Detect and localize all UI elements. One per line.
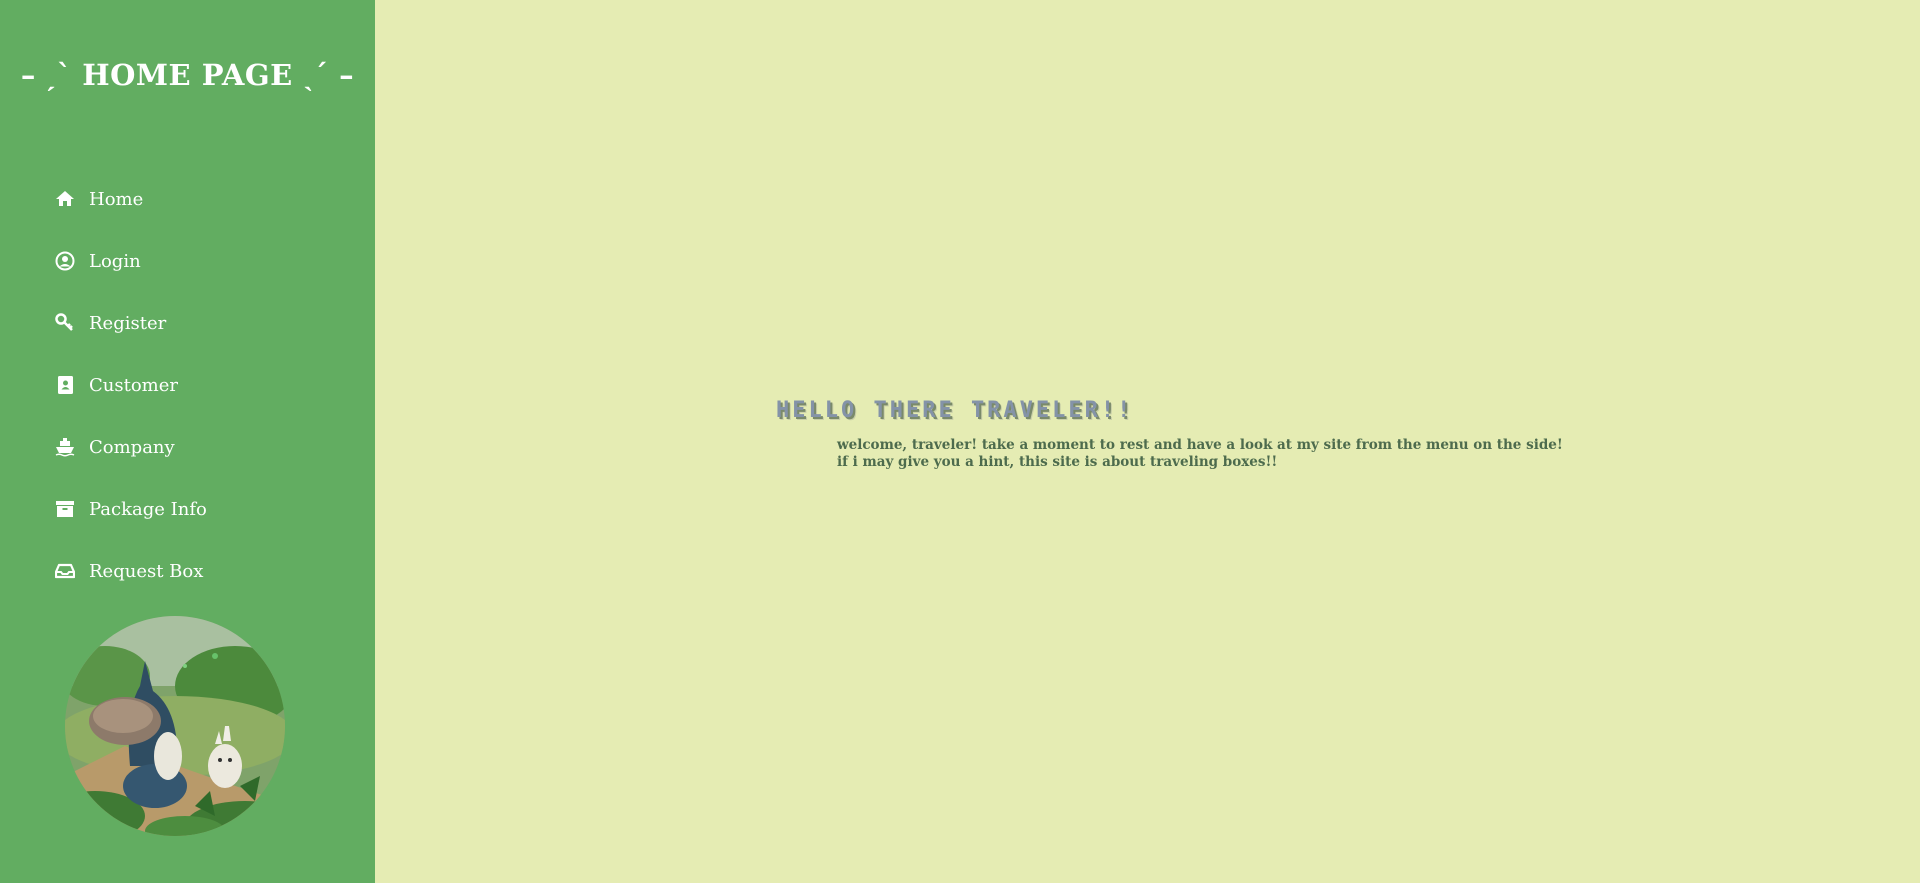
sidebar-item-login[interactable]: Login — [55, 230, 207, 292]
ship-icon — [55, 437, 75, 457]
sidebar-item-register[interactable]: Register — [55, 292, 207, 354]
sidebar-title: – ˏˋ HOME PAGE ˎˊ – — [20, 58, 355, 92]
welcome-line-1: welcome, traveler! take a moment to rest… — [837, 437, 1563, 453]
totoro-avatar-image — [65, 616, 285, 836]
sidebar-item-label: Home — [89, 188, 144, 210]
welcome-text: welcome, traveler! take a moment to rest… — [837, 437, 1563, 471]
key-icon — [55, 313, 75, 333]
home-icon — [55, 189, 75, 209]
sidebar-item-label: Request Box — [89, 560, 204, 582]
sidebar-nav: Home Login Register Customer Company Pac… — [55, 168, 207, 602]
sidebar-item-company[interactable]: Company — [55, 416, 207, 478]
sidebar-item-customer[interactable]: Customer — [55, 354, 207, 416]
welcome-heading: HELLO THERE TRAVELER!! — [776, 398, 1134, 423]
sidebar: – ˏˋ HOME PAGE ˎˊ – Home Login Register … — [0, 0, 375, 883]
sidebar-item-request-box[interactable]: Request Box — [55, 540, 207, 602]
user-circle-icon — [55, 251, 75, 271]
sidebar-item-label: Customer — [89, 374, 178, 396]
sidebar-item-label: Login — [89, 250, 141, 272]
main-content: HELLO THERE TRAVELER!! welcome, traveler… — [375, 0, 1920, 883]
archive-box-icon — [55, 499, 75, 519]
sidebar-item-home[interactable]: Home — [55, 168, 207, 230]
welcome-line-2: if i may give you a hint, this site is a… — [837, 454, 1278, 470]
sidebar-item-package-info[interactable]: Package Info — [55, 478, 207, 540]
inbox-icon — [55, 561, 75, 581]
sidebar-item-label: Company — [89, 436, 175, 458]
sidebar-item-label: Register — [89, 312, 167, 334]
address-book-icon — [55, 375, 75, 395]
sidebar-item-label: Package Info — [89, 498, 207, 520]
